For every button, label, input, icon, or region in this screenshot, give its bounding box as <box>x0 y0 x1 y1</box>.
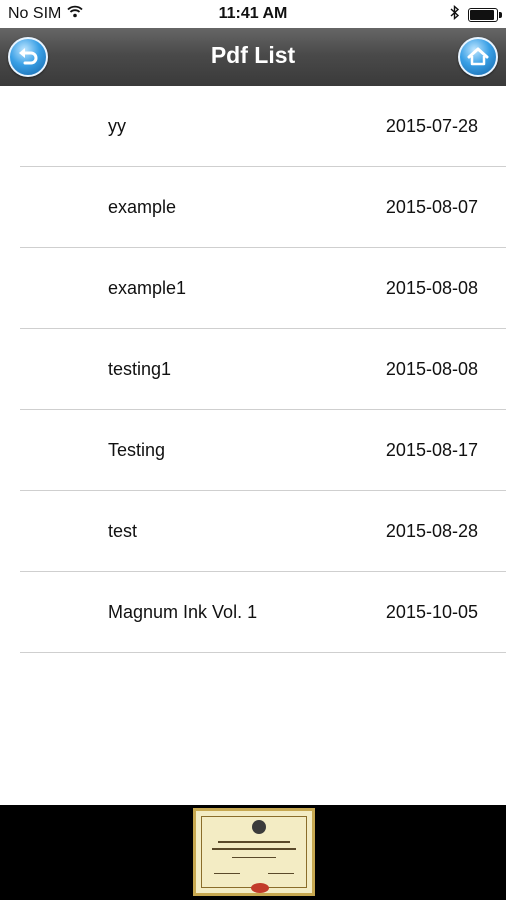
certificate-line <box>268 873 294 874</box>
certificate-line <box>214 873 240 874</box>
pdf-list-item[interactable]: example1 2015-08-08 <box>0 248 506 329</box>
home-button[interactable] <box>458 37 498 77</box>
page-title: Pdf List <box>210 42 296 68</box>
certificate-frame <box>201 816 307 893</box>
pdf-name: Testing <box>108 440 166 460</box>
battery-level <box>470 10 494 20</box>
seal-icon <box>252 820 266 834</box>
battery-icon <box>468 8 502 22</box>
pdf-list-item[interactable]: test 2015-08-28 <box>0 491 506 572</box>
pdf-list-item[interactable]: testing1 2015-08-08 <box>0 329 506 410</box>
pdf-list-item[interactable]: yy 2015-07-28 <box>0 86 506 167</box>
certificate-image[interactable] <box>193 808 315 896</box>
pdf-list-item[interactable]: Testing 2015-08-17 <box>0 410 506 491</box>
pdf-date: 2015-10-05 <box>385 602 478 622</box>
pdf-list: yy 2015-07-28 example 2015-08-07 example1 201… <box>0 86 506 653</box>
pdf-list-item[interactable]: Magnum Ink Vol. 1 2015-10-05 <box>0 572 506 653</box>
status-time: 11:41 AM <box>218 5 288 22</box>
pdf-date: 2015-08-08 <box>385 359 478 379</box>
pdf-name: testing1 <box>108 359 172 379</box>
status-right <box>450 4 502 25</box>
certificate-line <box>212 848 296 850</box>
pdf-date: 2015-08-07 <box>385 197 478 217</box>
stamp-icon <box>251 883 269 893</box>
pdf-date: 2015-08-08 <box>385 278 478 298</box>
pdf-date: 2015-08-28 <box>385 521 478 541</box>
bluetooth-icon <box>450 4 460 25</box>
certificate-line <box>218 841 290 843</box>
pdf-list-item[interactable]: example 2015-08-07 <box>0 167 506 248</box>
status-bar: No SIM 11:41 AM <box>0 0 506 28</box>
nav-bar: Pdf List <box>0 28 506 86</box>
pdf-name: example <box>108 197 177 217</box>
pdf-name: yy <box>108 116 126 136</box>
ad-banner[interactable] <box>0 805 506 900</box>
pdf-name: test <box>108 521 138 541</box>
pdf-name: example1 <box>108 278 187 298</box>
pdf-name: Magnum Ink Vol. 1 <box>108 602 258 622</box>
certificate-line <box>232 857 276 858</box>
pdf-date: 2015-08-17 <box>385 440 478 460</box>
home-icon <box>467 47 489 66</box>
pdf-date: 2015-07-28 <box>385 116 478 136</box>
